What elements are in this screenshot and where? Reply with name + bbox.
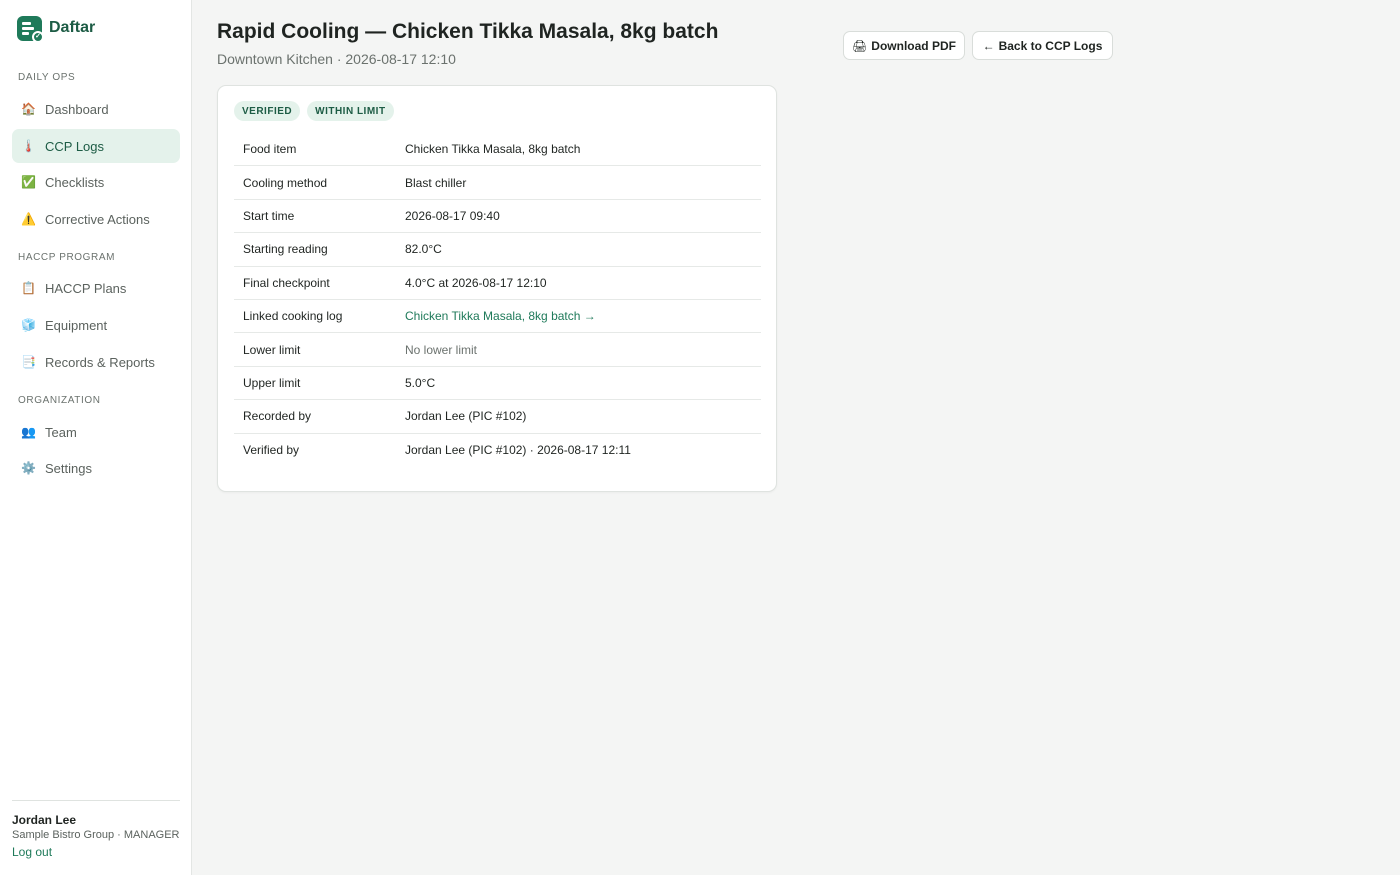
- table-row-starting-reading: Starting reading 82.0°C: [234, 233, 761, 267]
- table-row-start-time: Start time 2026-08-17 09:40: [234, 200, 761, 234]
- row-label: Lower limit: [243, 342, 301, 357]
- row-label: Recorded by: [243, 409, 312, 424]
- sidebar-item-label: Equipment: [45, 317, 108, 333]
- sidebar-item-corrective-actions[interactable]: ⚠️ Corrective Actions: [12, 202, 180, 236]
- table-row-final-checkpoint: Final checkpoint 4.0°C at 2026-08-17 12:…: [234, 267, 761, 300]
- row-value: Chicken Tikka Masala, 8kg batch: [405, 142, 581, 157]
- status-badges: VERIFIED WITHIN LIMIT: [234, 101, 401, 121]
- warning-icon: ⚠️: [21, 212, 36, 226]
- sidebar-item-ccp-logs[interactable]: 🌡️ CCP Logs: [12, 129, 180, 163]
- record-card: VERIFIED WITHIN LIMIT Food item Chicken …: [217, 85, 777, 492]
- sidebar-item-label: Settings: [45, 460, 92, 476]
- document-icon: 📑: [21, 355, 36, 369]
- status-badge-verified: VERIFIED: [234, 101, 301, 121]
- row-label: Starting reading: [243, 242, 328, 257]
- sidebar-item-haccp-plans[interactable]: 📋 HACCP Plans: [12, 271, 180, 305]
- sidebar-item-label: CCP Logs: [45, 138, 105, 154]
- row-value: Jordan Lee (PIC #102): [405, 409, 527, 424]
- row-label: Start time: [243, 208, 295, 223]
- sidebar-divider: [12, 800, 180, 801]
- table-row-verified-by: Verified by Jordan Lee (PIC #102) · 2026…: [234, 434, 761, 467]
- page-title: Rapid Cooling — Chicken Tikka Masala, 8k…: [217, 20, 719, 43]
- row-value: 4.0°C at 2026-08-17 12:10: [405, 275, 547, 290]
- row-value: 2026-08-17 09:40: [405, 208, 500, 223]
- sidebar-item-label: Checklists: [45, 174, 105, 190]
- people-icon: 👥: [21, 425, 36, 439]
- table-row-food-item: Food item Chicken Tikka Masala, 8kg batc…: [234, 133, 761, 167]
- sidebar: ✓ Daftar DAILY OPS 🏠 Dashboard 🌡️ CCP Lo…: [0, 0, 192, 875]
- sidebar-item-label: HACCP Plans: [45, 280, 127, 296]
- back-label: Back to CCP Logs: [998, 38, 1103, 53]
- user-name: Jordan Lee: [12, 813, 77, 827]
- thermometer-icon: 🌡️: [21, 139, 36, 153]
- download-pdf-button[interactable]: 🖨 Download PDF: [843, 31, 965, 60]
- sidebar-item-label: Records & Reports: [45, 354, 155, 370]
- sidebar-item-label: Dashboard: [45, 101, 109, 117]
- checkmark-icon: ✅: [21, 175, 36, 189]
- user-org: Sample Bistro Group · MANAGER: [12, 829, 180, 841]
- sidebar-item-dashboard[interactable]: 🏠 Dashboard: [12, 92, 180, 126]
- brand-name: Daftar: [49, 19, 96, 36]
- page-subtitle: Downtown Kitchen · 2026-08-17 12:10: [217, 51, 456, 67]
- sidebar-item-checklists[interactable]: ✅ Checklists: [12, 165, 180, 199]
- table-row-lower-limit: Lower limit No lower limit: [234, 333, 761, 367]
- sidebar-item-equipment[interactable]: 🧊 Equipment: [12, 308, 180, 342]
- row-label: Cooling method: [243, 175, 328, 190]
- table-row-upper-limit: Upper limit 5.0°C: [234, 367, 761, 401]
- daftar-logo-icon: ✓: [17, 15, 44, 43]
- table-row-linked-cooking-log: Linked cooking log Chicken Tikka Masala,…: [234, 300, 761, 334]
- row-label: Final checkpoint: [243, 275, 330, 290]
- download-pdf-label: Download PDF: [871, 38, 956, 53]
- table-row-recorded-by: Recorded by Jordan Lee (PIC #102): [234, 400, 761, 434]
- brand[interactable]: ✓ Daftar: [17, 15, 96, 43]
- gear-icon: ⚙️: [21, 461, 36, 475]
- nav-section-daily-ops: DAILY OPS: [18, 72, 76, 83]
- sidebar-item-team[interactable]: 👥 Team: [12, 415, 180, 449]
- house-icon: 🏠: [21, 102, 36, 116]
- row-label: Verified by: [243, 443, 300, 458]
- printer-icon: 🖨: [852, 38, 868, 53]
- linked-cooking-log-link[interactable]: Chicken Tikka Masala, 8kg batch →: [405, 309, 596, 323]
- row-value: Jordan Lee (PIC #102) · 2026-08-17 12:11: [405, 443, 631, 458]
- table-row-cooling-method: Cooling method Blast chiller: [234, 166, 761, 200]
- sidebar-item-label: Corrective Actions: [45, 211, 150, 227]
- sidebar-item-label: Team: [45, 424, 77, 440]
- clipboard-icon: 📋: [21, 281, 36, 295]
- nav-section-organization: ORGANIZATION: [18, 395, 101, 406]
- sidebar-item-records-reports[interactable]: 📑 Records & Reports: [12, 345, 180, 379]
- row-value: 82.0°C: [405, 242, 442, 257]
- record-details-table: Food item Chicken Tikka Masala, 8kg batc…: [234, 133, 761, 467]
- status-badge-within-limit: WITHIN LIMIT: [307, 101, 394, 121]
- row-value: Blast chiller: [405, 175, 467, 190]
- ice-cube-icon: 🧊: [21, 318, 36, 332]
- row-label: Linked cooking log: [243, 309, 343, 324]
- row-value: 5.0°C: [405, 375, 436, 390]
- arrow-left-icon: ←: [982, 38, 995, 53]
- nav-section-haccp-program: HACCP PROGRAM: [18, 252, 116, 263]
- row-label: Food item: [243, 142, 297, 157]
- row-label: Upper limit: [243, 375, 301, 390]
- row-value: No lower limit: [405, 342, 478, 357]
- back-to-ccp-logs-button[interactable]: ← Back to CCP Logs: [972, 31, 1113, 60]
- sidebar-item-settings[interactable]: ⚙️ Settings: [12, 451, 180, 485]
- logout-link[interactable]: Log out: [12, 845, 52, 859]
